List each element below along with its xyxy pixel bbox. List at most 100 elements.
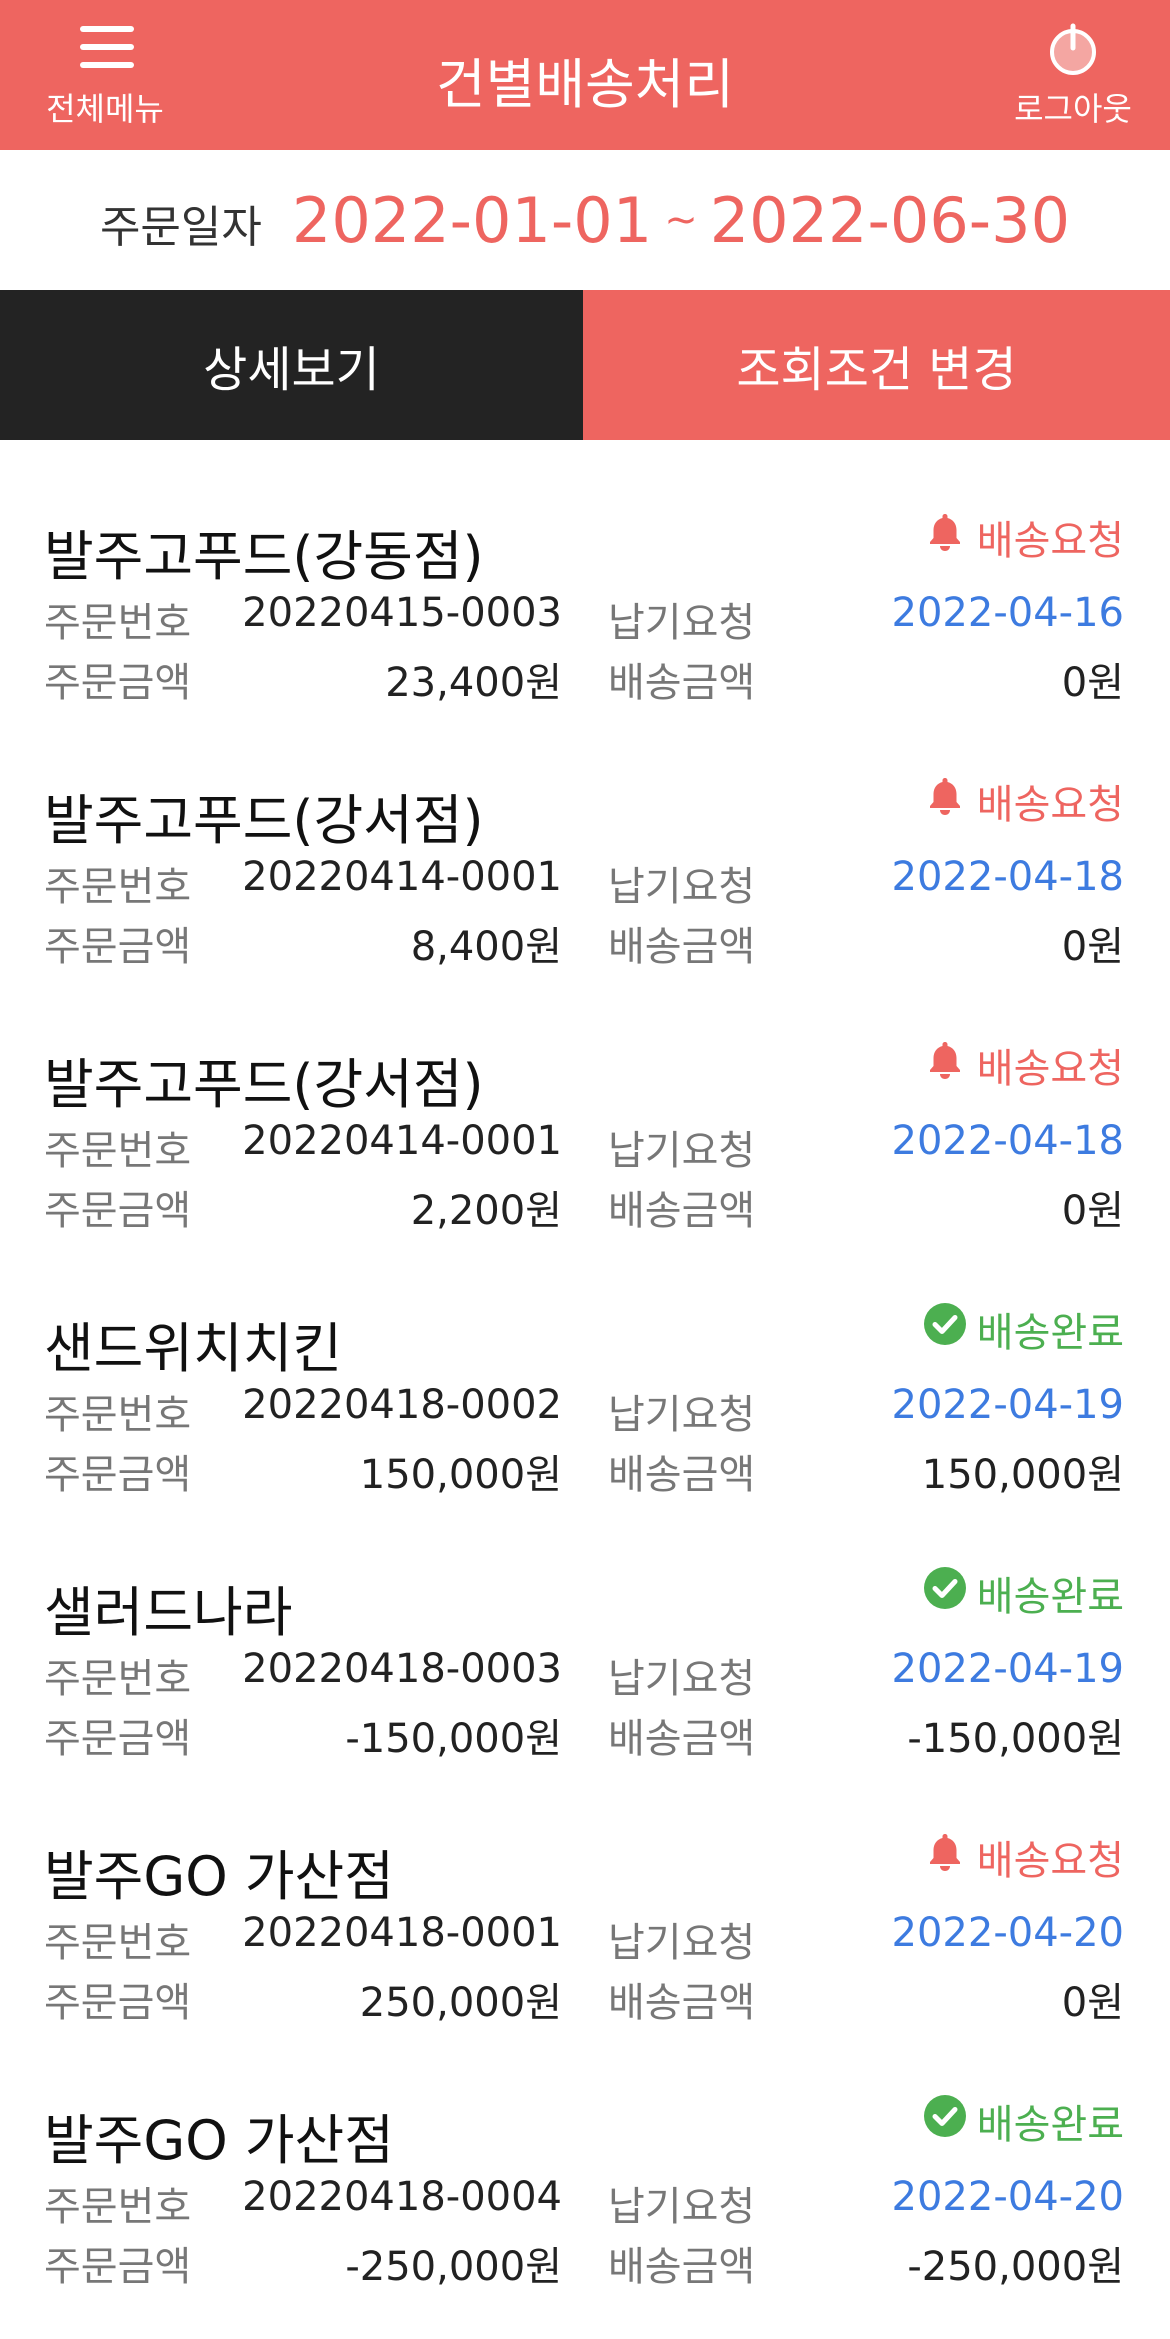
check-circle-icon — [923, 2094, 977, 2148]
logout-label: 로그아웃 — [1014, 90, 1132, 128]
order-amount-value: 8,400원 — [410, 924, 562, 970]
change-conditions-button[interactable]: 조회조건 변경 — [583, 290, 1170, 440]
order-amount-label: 주문금액 — [44, 2244, 192, 2290]
store-name: 샌드위치치킨 — [44, 1317, 343, 1380]
bell-icon — [923, 1830, 977, 1884]
date-range-separator: ~ — [664, 197, 698, 243]
store-name: 발주고푸드(강동점) — [44, 525, 484, 588]
check-circle-icon — [923, 2095, 966, 2137]
order-no-value: 20220418-0004 — [242, 2174, 562, 2220]
due-request-label: 납기요청 — [608, 1128, 756, 1174]
delivery-amount-label: 배송금액 — [608, 1716, 756, 1762]
bell-icon — [929, 514, 960, 551]
app-header: 전체메뉴 건별배송처리 로그아웃 — [0, 0, 1170, 150]
order-no-value: 20220415-0003 — [242, 590, 562, 636]
store-name: 발주GO 가산점 — [44, 1845, 394, 1908]
order-no-value: 20220418-0002 — [242, 1382, 562, 1428]
status-text: 배송요청 — [976, 518, 1124, 564]
delivery-status: 배송요청 — [923, 772, 1124, 830]
order-row-1: 주문번호 20220418-0004 납기요청 2022-04-20 — [0, 2174, 1170, 2230]
order-amount-value: 150,000원 — [359, 1452, 562, 1498]
status-text: 배송완료 — [976, 1574, 1124, 1620]
detail-view-button[interactable]: 상세보기 — [0, 290, 583, 440]
delivery-amount-label: 배송금액 — [608, 1188, 756, 1234]
bell-icon — [923, 510, 977, 564]
due-request-label: 납기요청 — [608, 600, 756, 646]
date-range-bar: 주문일자 2022-01-01 ~ 2022-06-30 — [0, 150, 1170, 290]
order-no-value: 20220414-0001 — [242, 1118, 562, 1164]
delivery-status: 배송완료 — [923, 1300, 1124, 1358]
delivery-amount-value: 0원 — [1061, 924, 1124, 970]
status-text: 배송요청 — [976, 1838, 1124, 1884]
status-text: 배송요청 — [976, 782, 1124, 828]
logout-button[interactable]: 로그아웃 — [998, 18, 1148, 128]
order-item[interactable]: 발주GO 가산점 배송요청 주문번호 20220418-0001 납기요청 20… — [0, 1760, 1170, 2026]
delivery-amount-value: 0원 — [1061, 1980, 1124, 2026]
due-date-value: 2022-04-20 — [891, 2174, 1124, 2220]
order-row-2: 주문금액 250,000원 배송금액 0원 — [0, 1970, 1170, 2026]
order-list: 발주고푸드(강동점) 배송요청 주문번호 20220415-0003 납기요청 … — [0, 440, 1170, 2290]
order-amount-label: 주문금액 — [44, 1452, 192, 1498]
delivery-status: 배송완료 — [923, 1564, 1124, 1622]
check-circle-icon — [923, 1567, 966, 1609]
due-date-value: 2022-04-16 — [891, 590, 1124, 636]
order-amount-label: 주문금액 — [44, 1188, 192, 1234]
date-range-end: 2022-06-30 — [709, 183, 1071, 257]
due-date-value: 2022-04-19 — [891, 1646, 1124, 1692]
check-circle-icon — [923, 1303, 966, 1345]
order-amount-value: 2,200원 — [410, 1188, 562, 1234]
store-name: 발주고푸드(강서점) — [44, 789, 484, 852]
delivery-status: 배송요청 — [923, 508, 1124, 566]
order-no-label: 주문번호 — [44, 1392, 192, 1438]
check-circle-icon — [923, 1302, 977, 1356]
order-item[interactable]: 발주고푸드(강서점) 배송요청 주문번호 20220414-0001 납기요청 … — [0, 968, 1170, 1234]
due-date-value: 2022-04-20 — [891, 1910, 1124, 1956]
status-text: 배송완료 — [976, 2102, 1124, 2148]
order-row-1: 주문번호 20220414-0001 납기요청 2022-04-18 — [0, 1118, 1170, 1174]
due-request-label: 납기요청 — [608, 864, 756, 910]
order-no-label: 주문번호 — [44, 1656, 192, 1702]
order-item[interactable]: 발주고푸드(강동점) 배송요청 주문번호 20220415-0003 납기요청 … — [0, 440, 1170, 706]
order-amount-value: -150,000원 — [345, 1716, 562, 1762]
delivery-amount-value: -150,000원 — [907, 1716, 1124, 1762]
order-item[interactable]: 샌드위치치킨 배송완료 주문번호 20220418-0002 납기요청 2022… — [0, 1232, 1170, 1498]
delivery-amount-label: 배송금액 — [608, 660, 756, 706]
order-amount-label: 주문금액 — [44, 1980, 192, 2026]
delivery-amount-label: 배송금액 — [608, 1452, 756, 1498]
menu-label: 전체메뉴 — [46, 90, 164, 128]
order-no-label: 주문번호 — [44, 864, 192, 910]
store-name: 발주GO 가산점 — [44, 2109, 394, 2172]
order-row-2: 주문금액 23,400원 배송금액 0원 — [0, 650, 1170, 706]
menu-button[interactable]: 전체메뉴 — [30, 22, 180, 132]
store-name: 샐러드나라 — [44, 1581, 293, 1644]
date-range-start: 2022-01-01 — [291, 183, 653, 257]
order-row-2: 주문금액 -150,000원 배송금액 -150,000원 — [0, 1706, 1170, 1762]
status-text: 배송완료 — [976, 1310, 1124, 1356]
order-row-2: 주문금액 2,200원 배송금액 0원 — [0, 1178, 1170, 1234]
order-no-label: 주문번호 — [44, 2184, 192, 2230]
order-item[interactable]: 발주GO 가산점 배송완료 주문번호 20220418-0004 납기요청 20… — [0, 2024, 1170, 2290]
due-request-label: 납기요청 — [608, 1656, 756, 1702]
order-amount-label: 주문금액 — [44, 660, 192, 706]
hamburger-icon — [80, 26, 134, 70]
bell-icon — [929, 1834, 960, 1871]
order-no-value: 20220418-0001 — [242, 1910, 562, 1956]
order-row-2: 주문금액 8,400원 배송금액 0원 — [0, 914, 1170, 970]
order-amount-label: 주문금액 — [44, 924, 192, 970]
order-amount-value: -250,000원 — [345, 2244, 562, 2290]
order-item[interactable]: 발주고푸드(강서점) 배송요청 주문번호 20220414-0001 납기요청 … — [0, 704, 1170, 970]
action-tabs: 상세보기 조회조건 변경 — [0, 290, 1170, 440]
order-amount-value: 23,400원 — [385, 660, 562, 706]
bell-icon — [923, 1038, 977, 1092]
order-row-1: 주문번호 20220415-0003 납기요청 2022-04-16 — [0, 590, 1170, 646]
due-request-label: 납기요청 — [608, 1920, 756, 1966]
delivery-amount-label: 배송금액 — [608, 924, 756, 970]
order-no-label: 주문번호 — [44, 1128, 192, 1174]
order-no-value: 20220414-0001 — [242, 854, 562, 900]
delivery-amount-value: 150,000원 — [921, 1452, 1124, 1498]
order-row-1: 주문번호 20220418-0002 납기요청 2022-04-19 — [0, 1382, 1170, 1438]
status-text: 배송요청 — [976, 1046, 1124, 1092]
bell-icon — [923, 774, 977, 828]
order-item[interactable]: 샐러드나라 배송완료 주문번호 20220418-0003 납기요청 2022-… — [0, 1496, 1170, 1762]
check-circle-icon — [923, 1566, 977, 1620]
